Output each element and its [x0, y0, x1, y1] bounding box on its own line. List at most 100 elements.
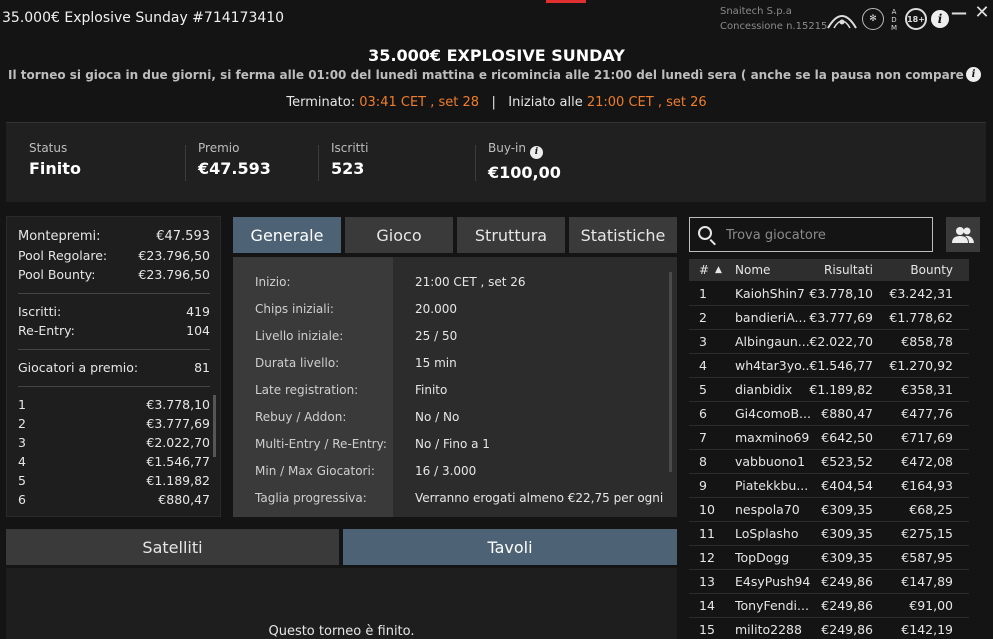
tournament-times: Terminato: 03:41 CET , set 28 | Iniziato…: [0, 95, 993, 110]
age-18-icon: 18+: [905, 8, 927, 30]
reentry-row: Re-Entry: 104: [18, 323, 210, 338]
detail-row: Late registration: Finito: [255, 383, 448, 397]
search-input[interactable]: [726, 224, 926, 246]
table-row[interactable]: 11 LoSplasho €309,35 €275,15: [689, 522, 969, 546]
payout-row: 6 €880,47: [18, 492, 210, 507]
window-title: 35.000€ Explosive Sunday #714173410: [2, 10, 285, 26]
company-info: Snaitech S.p.a Concessione n.15215: [720, 4, 827, 34]
detail-row: Taglia progressiva: Verranno erogati alme…: [255, 491, 664, 505]
table-row[interactable]: 3 Albingaun... €2.022,70 €858,78: [689, 330, 969, 354]
stat-divider: [318, 145, 319, 181]
stat-label: Buy-in i: [488, 141, 561, 159]
tab-generale[interactable]: Generale: [233, 217, 341, 253]
stat-divider: [475, 145, 476, 181]
payout-row: 4 €1.546,77: [18, 454, 210, 469]
payout-scrollbar[interactable]: [213, 395, 216, 457]
table-row[interactable]: 15 milito2288 €249,86 €142,19: [689, 618, 969, 639]
sort-asc-icon[interactable]: ▲: [715, 265, 722, 275]
players-table-header: # ▲ Nome Risultati Bounty: [689, 259, 969, 281]
stat-premio: Premio €47.593: [198, 141, 271, 178]
pool-bounty-row: Pool Bounty: €23.796,50: [18, 267, 210, 282]
detail-row: Chips iniziali: 20.000: [255, 302, 457, 316]
adm-logo-icon: [826, 8, 858, 30]
stat-value: 523: [331, 159, 365, 178]
payout-row: 2 €3.777,69: [18, 416, 210, 431]
table-row[interactable]: 6 Gi4comoB... €880,47 €477,76: [689, 402, 969, 426]
payout-row: 1 €3.778,10: [18, 397, 210, 412]
table-row[interactable]: 2 bandieriA... €3.777,69 €1.778,62: [689, 306, 969, 330]
stat-label: Premio: [198, 141, 240, 155]
detail-row: Inizio: 21:00 CET , set 26: [255, 275, 526, 289]
col-rank[interactable]: #: [699, 263, 709, 277]
payout-row: 3 €2.022,70: [18, 435, 210, 450]
table-row[interactable]: 5 dianbidix €1.189,82 €358,31: [689, 378, 969, 402]
republic-seal-icon: ✻: [862, 8, 884, 30]
detail-row: Livello iniziale: 25 / 50: [255, 329, 458, 343]
divider: [18, 386, 210, 387]
tab-tavoli[interactable]: Tavoli: [343, 529, 677, 565]
concession-number: Concessione n.15215: [720, 21, 828, 32]
tab-gioco[interactable]: Gioco: [345, 217, 453, 253]
table-row[interactable]: 10 nespola70 €309,35 €68,25: [689, 498, 969, 522]
stat-iscritti: Iscritti 523: [331, 141, 368, 178]
close-icon[interactable]: ✕: [974, 2, 990, 23]
table-row[interactable]: 7 maxmino69 €642,50 €717,69: [689, 426, 969, 450]
ended-label: Terminato:: [286, 95, 356, 110]
minimize-icon[interactable]: —: [951, 3, 967, 22]
accent-bar: [546, 0, 586, 3]
col-name[interactable]: Nome: [735, 263, 770, 277]
tables-panel: Questo torneo è finito.: [6, 568, 677, 639]
col-bounty[interactable]: Bounty: [910, 263, 953, 277]
stats-bar: Status Finito Premio €47.593 Iscritti 52…: [6, 122, 986, 202]
payout-row: 5 €1.189,82: [18, 473, 210, 488]
stat-status: Status Finito: [29, 141, 81, 178]
col-results[interactable]: Risultati: [824, 263, 873, 277]
started-label: Iniziato alle: [508, 95, 583, 110]
iscritti-row: Iscritti: 419: [18, 304, 210, 319]
info-icon[interactable]: i: [931, 10, 949, 28]
giocatori-premio-row: Giocatori a premio: 81: [18, 360, 210, 375]
stat-value: €100,00: [488, 162, 561, 182]
details-scrollbar[interactable]: [669, 272, 672, 472]
prize-panel: Montepremi: €47.593 Pool Regolare: €23.796…: [6, 216, 221, 517]
finished-message: Questo torneo è finito.: [268, 624, 415, 639]
divider: [18, 349, 210, 350]
adm-vertical-logo-icon: A D M: [890, 8, 898, 32]
tab-satelliti[interactable]: Satelliti: [6, 529, 339, 565]
users-icon: [952, 226, 974, 243]
tournament-description: Il torneo si gioca in due giorni, si fer…: [8, 68, 968, 82]
details-panel[interactable]: Inizio: 21:00 CET , set 26 Chips iniziali…: [233, 257, 677, 517]
tournament-title: 35.000€ EXPLOSIVE SUNDAY: [368, 46, 625, 65]
company-name: Snaitech S.p.a: [720, 6, 792, 17]
table-row[interactable]: 12 TopDogg €309,35 €587,95: [689, 546, 969, 570]
detail-row: Rebuy / Addon: No / No: [255, 410, 460, 424]
ended-value: 03:41 CET , set 28: [359, 95, 480, 110]
started-value: 21:00 CET , set 26: [586, 95, 707, 110]
description-info-icon[interactable]: i: [966, 67, 981, 82]
detail-row: Durata livello: 15 min: [255, 356, 457, 370]
player-search[interactable]: [689, 217, 933, 252]
tab-statistiche[interactable]: Statistiche: [569, 217, 677, 253]
payout-list[interactable]: 1 €3.778,10 2 €3.777,69 3 €2.022,70 4 €1.546…: [18, 395, 216, 509]
table-row[interactable]: 4 wh4tar3yo... €1.546,77 €1.270,92: [689, 354, 969, 378]
stat-divider: [185, 145, 186, 181]
search-icon: [698, 226, 712, 240]
tab-struttura[interactable]: Struttura: [457, 217, 565, 253]
stat-label: Iscritti: [331, 141, 369, 155]
table-row[interactable]: 13 E4syPush94 €249,86 €147,89: [689, 570, 969, 594]
pool-regolare-row: Pool Regolare: €23.796,50: [18, 248, 210, 263]
stat-buyin: Buy-in i €100,00: [488, 141, 561, 182]
table-row[interactable]: 9 Piatekkbu... €404,54 €164,93: [689, 474, 969, 498]
montepremi-row: Montepremi: €47.593: [18, 229, 210, 244]
detail-row: Multi-Entry / Re-Entry: No / Fino a 1: [255, 437, 490, 451]
times-divider: |: [491, 95, 496, 110]
table-row[interactable]: 1 KaiohShin7 €3.778,10 €3.242,31: [689, 282, 969, 306]
detail-row: Min / Max Giocatori: 16 / 3.000: [255, 464, 477, 478]
friends-button[interactable]: [946, 217, 980, 252]
table-row[interactable]: 8 vabbuono1 €523,52 €472,08: [689, 450, 969, 474]
stat-value: €47.593: [198, 159, 271, 178]
title-bar: 35.000€ Explosive Sunday #714173410 Snai…: [0, 0, 993, 38]
buyin-info-icon[interactable]: i: [530, 145, 543, 159]
stat-label: Status: [29, 141, 68, 155]
table-row[interactable]: 14 TonyFendi... €249,86 €91,00: [689, 594, 969, 618]
